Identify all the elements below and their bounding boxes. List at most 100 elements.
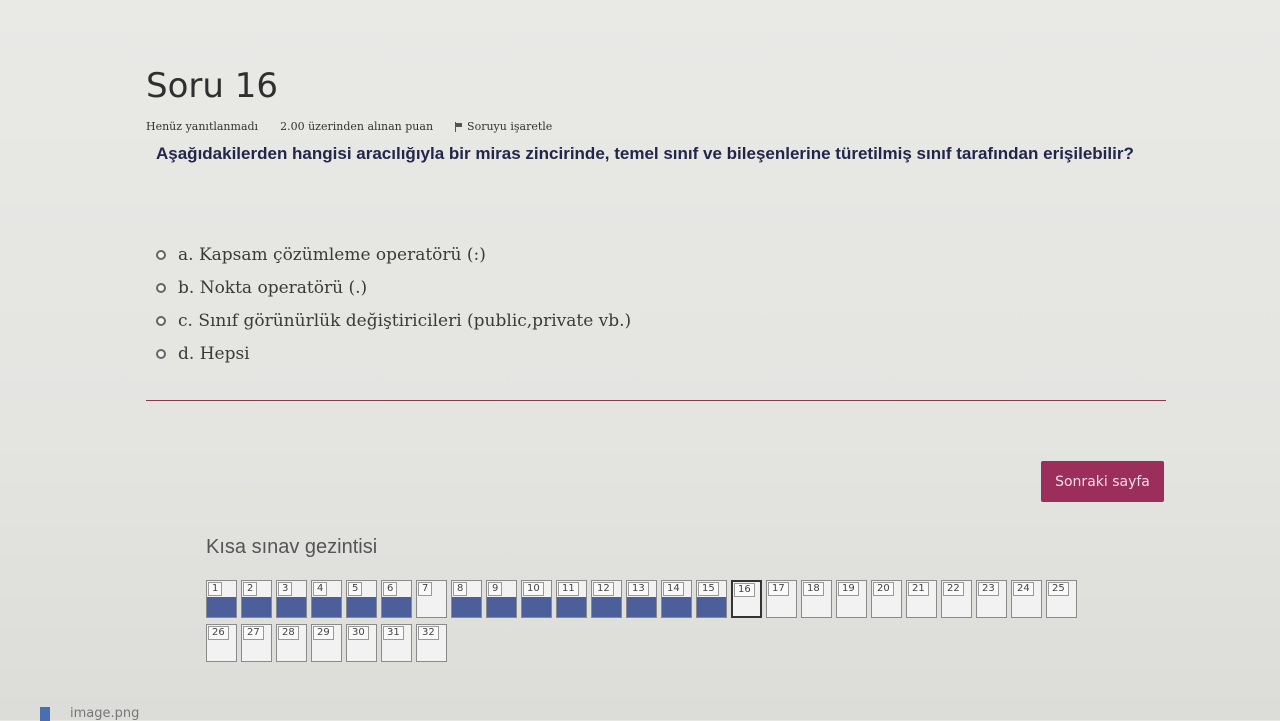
quiz-nav-number: 21	[908, 582, 929, 596]
answer-list: a. Kapsam çözümleme operatörü (:) b. Nokt…	[156, 238, 631, 370]
quiz-nav-button[interactable]: 21	[906, 580, 937, 618]
quiz-nav-number: 26	[208, 626, 229, 640]
answered-indicator	[662, 597, 691, 617]
question-text: Aşağıdakilerden hangisi aracılığıyla bir…	[156, 144, 1134, 163]
download-file-label[interactable]: image.png	[70, 706, 139, 721]
quiz-nav-number: 27	[243, 626, 264, 640]
quiz-nav-button[interactable]: 1	[206, 580, 237, 618]
radio-button[interactable]	[156, 282, 166, 293]
answered-indicator	[592, 597, 621, 617]
quiz-nav-button[interactable]: 29	[311, 624, 342, 662]
answered-indicator	[557, 597, 586, 617]
quiz-nav-number: 6	[383, 582, 398, 596]
answered-indicator	[522, 597, 551, 617]
quiz-nav-number: 22	[943, 582, 964, 596]
quiz-nav-button[interactable]: 16	[731, 580, 762, 618]
quiz-nav-number: 13	[628, 582, 649, 596]
quiz-navigation-grid: 1 2 3 4 5 6 7 8 9 10 11 12 13 14 15 16 17 18 19 20 21 22 23 24 2…	[206, 580, 1086, 662]
quiz-nav-button[interactable]: 27	[241, 624, 272, 662]
answered-indicator	[312, 597, 341, 617]
quiz-nav-number: 19	[838, 582, 859, 596]
quiz-nav-number: 1	[208, 582, 223, 596]
question-info: Henüz yanıtlanmadı 2.00 üzerinden alınan…	[146, 120, 552, 133]
quiz-nav-number: 5	[348, 582, 363, 596]
quiz-nav-number: 29	[313, 626, 334, 640]
answered-indicator	[627, 597, 656, 617]
quiz-nav-button[interactable]: 22	[941, 580, 972, 618]
flag-question-label: Soruyu işaretle	[467, 120, 553, 133]
answer-label: a. Kapsam çözümleme operatörü (:)	[178, 244, 486, 265]
quiz-navigation-title: Kısa sınav gezintisi	[206, 536, 378, 558]
download-bar: image.png	[40, 706, 139, 721]
answer-label: b. Nokta operatörü (.)	[178, 277, 368, 298]
quiz-nav-button[interactable]: 32	[416, 624, 447, 662]
answered-indicator	[382, 597, 411, 617]
quiz-nav-button[interactable]: 12	[591, 580, 622, 618]
radio-button[interactable]	[156, 315, 166, 326]
quiz-nav-button[interactable]: 26	[206, 624, 237, 662]
quiz-nav-button[interactable]: 19	[836, 580, 867, 618]
quiz-nav-button[interactable]: 7	[416, 580, 447, 618]
flag-question-link[interactable]: Soruyu işaretle	[455, 120, 552, 133]
quiz-nav-button[interactable]: 23	[976, 580, 1007, 618]
quiz-nav-number: 7	[418, 582, 433, 596]
question-status: Henüz yanıtlanmadı	[146, 120, 259, 133]
answer-option[interactable]: d. Hepsi	[156, 337, 631, 370]
radio-button[interactable]	[156, 348, 166, 359]
answer-option[interactable]: c. Sınıf görünürlük değiştiricileri (pub…	[156, 304, 631, 337]
quiz-nav-button[interactable]: 24	[1011, 580, 1042, 618]
answered-indicator	[347, 597, 376, 617]
quiz-nav-button[interactable]: 11	[556, 580, 587, 618]
quiz-nav-button[interactable]: 8	[451, 580, 482, 618]
answered-indicator	[697, 597, 726, 617]
quiz-nav-button[interactable]: 28	[276, 624, 307, 662]
quiz-nav-number: 17	[768, 582, 789, 596]
quiz-nav-number: 9	[488, 582, 503, 596]
quiz-nav-number: 20	[873, 582, 894, 596]
quiz-nav-number: 2	[243, 582, 258, 596]
divider	[146, 400, 1166, 401]
answer-option[interactable]: a. Kapsam çözümleme operatörü (:)	[156, 238, 631, 271]
quiz-nav-number: 11	[558, 582, 579, 596]
answered-indicator	[487, 597, 516, 617]
quiz-nav-button[interactable]: 14	[661, 580, 692, 618]
quiz-nav-number: 18	[803, 582, 824, 596]
quiz-nav-button[interactable]: 6	[381, 580, 412, 618]
quiz-nav-button[interactable]: 2	[241, 580, 272, 618]
quiz-nav-button[interactable]: 10	[521, 580, 552, 618]
quiz-nav-number: 32	[418, 626, 439, 640]
quiz-nav-button[interactable]: 20	[871, 580, 902, 618]
quiz-nav-number: 23	[978, 582, 999, 596]
quiz-nav-button[interactable]: 18	[801, 580, 832, 618]
quiz-nav-button[interactable]: 13	[626, 580, 657, 618]
quiz-nav-button[interactable]: 5	[346, 580, 377, 618]
answer-option[interactable]: b. Nokta operatörü (.)	[156, 271, 631, 304]
question-title: Soru 16	[146, 66, 278, 106]
quiz-nav-number: 14	[663, 582, 684, 596]
quiz-nav-number: 4	[313, 582, 328, 596]
quiz-nav-number: 30	[348, 626, 369, 640]
next-page-button[interactable]: Sonraki sayfa	[1041, 461, 1164, 502]
answered-indicator	[277, 597, 306, 617]
quiz-nav-number: 16	[734, 583, 755, 597]
quiz-nav-number: 8	[453, 582, 468, 596]
quiz-nav-button[interactable]: 3	[276, 580, 307, 618]
quiz-nav-number: 25	[1048, 582, 1069, 596]
question-score: 2.00 üzerinden alınan puan	[280, 120, 434, 133]
flag-icon	[455, 121, 463, 132]
quiz-nav-button[interactable]: 17	[766, 580, 797, 618]
quiz-nav-button[interactable]: 31	[381, 624, 412, 662]
quiz-page: Soru 16 Henüz yanıtlanmadı 2.00 üzerinde…	[0, 0, 1280, 721]
quiz-nav-number: 24	[1013, 582, 1034, 596]
answered-indicator	[242, 597, 271, 617]
quiz-nav-button[interactable]: 9	[486, 580, 517, 618]
answered-indicator	[452, 597, 481, 617]
quiz-nav-number: 10	[523, 582, 544, 596]
answered-indicator	[207, 597, 236, 617]
quiz-nav-button[interactable]: 4	[311, 580, 342, 618]
quiz-nav-button[interactable]: 25	[1046, 580, 1077, 618]
quiz-nav-button[interactable]: 30	[346, 624, 377, 662]
quiz-nav-button[interactable]: 15	[696, 580, 727, 618]
quiz-nav-number: 31	[383, 626, 404, 640]
radio-button[interactable]	[156, 249, 166, 260]
